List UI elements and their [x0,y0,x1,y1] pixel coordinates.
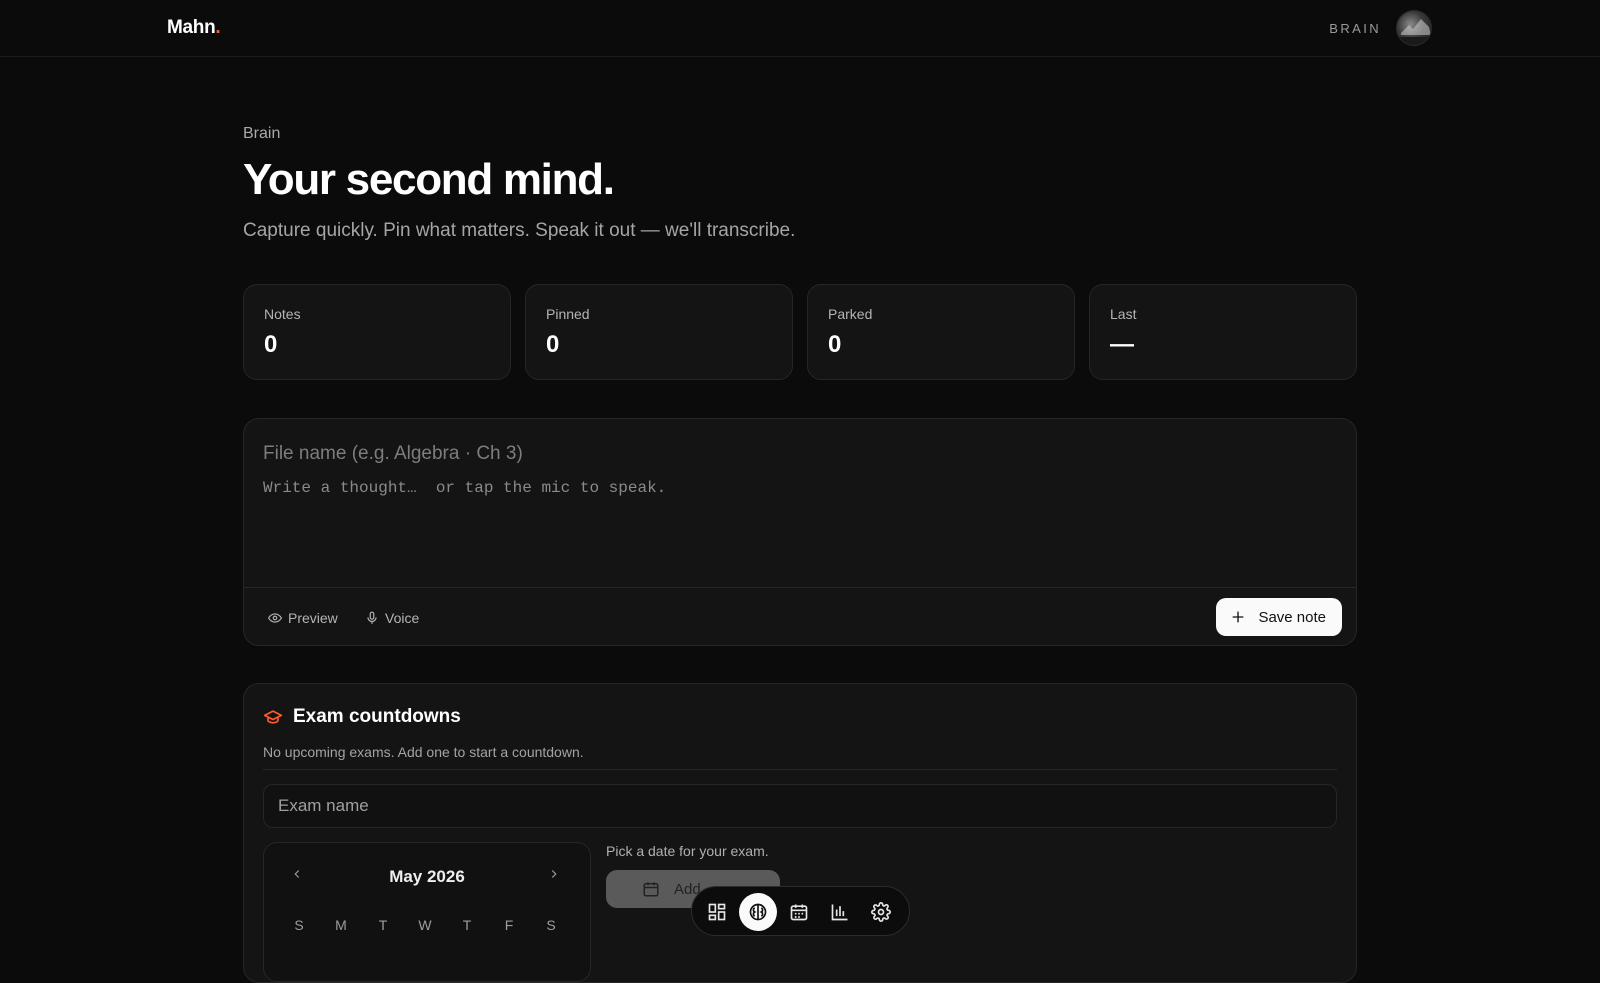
divider [263,769,1337,770]
weekday-label: S [546,917,556,933]
stat-label: Parked [828,306,873,322]
file-name-input[interactable] [263,441,1163,467]
weekday-label: S [294,917,304,933]
eye-icon [268,613,282,623]
exam-empty-state: No upcoming exams. Add one to start a co… [263,744,584,760]
weekday-label: F [504,917,514,933]
stat-card-parked: Parked 0 [807,284,1075,380]
avatar[interactable] [1396,10,1432,46]
dock-item-calendar[interactable] [780,893,818,931]
note-body-input[interactable] [263,479,1333,579]
dock-item-settings[interactable] [862,893,900,931]
exam-countdowns-card: Exam countdowns No upcoming exams. Add o… [243,683,1357,983]
mic-icon [367,611,377,624]
calendar-icon [643,882,659,897]
pick-date-hint: Pick a date for your exam. [606,843,769,859]
app-logo[interactable]: Mahn. [167,17,221,39]
dock-item-stats[interactable] [821,893,859,931]
plus-icon [1233,611,1244,623]
page-title: Your second mind. [243,155,615,204]
calendar-icon [790,904,808,921]
save-note-button[interactable]: Save note [1216,598,1342,636]
stat-value: 0 [546,331,560,358]
stat-label: Notes [264,306,301,322]
stat-card-pinned: Pinned 0 [525,284,793,380]
chevron-right-icon [551,870,557,878]
bottom-dock [691,886,910,936]
exam-name-input[interactable] [263,784,1337,828]
exam-card-title: Exam countdowns [293,706,461,727]
page-eyebrow: Brain [243,125,281,142]
composer-footer: Preview Voice Save note [244,587,1356,645]
weekday-label: T [462,917,472,933]
brain-icon [749,903,767,921]
stat-value: — [1110,331,1134,358]
gear-icon [871,902,891,922]
avatar-image [1399,19,1431,45]
stat-card-notes: Notes 0 [243,284,511,380]
dock-item-dashboard[interactable] [698,893,736,931]
weekday-label: M [335,917,347,933]
preview-button[interactable]: Preview [268,608,338,628]
section-label: BRAIN [1329,21,1381,36]
stat-value: 0 [264,331,278,358]
weekday-label: T [378,917,388,933]
voice-label: Voice [385,610,420,626]
next-month-button[interactable] [547,867,567,887]
stat-card-last: Last — [1089,284,1357,380]
save-note-label: Save note [1258,608,1326,626]
date-picker-calendar: May 2026 S M T W T F S [263,842,591,982]
stat-label: Last [1110,306,1137,322]
note-composer: Preview Voice Save note [243,418,1357,646]
calendar-month: May 2026 [389,867,465,886]
grid-icon [708,903,726,921]
page-subtitle: Capture quickly. Pin what matters. Speak… [243,220,796,241]
dock-item-brain[interactable] [739,893,777,931]
graduation-cap-icon [263,710,283,724]
bar-chart-icon [831,904,848,921]
preview-label: Preview [288,610,338,626]
exam-card-header: Exam countdowns [263,706,461,728]
stat-value: 0 [828,331,842,358]
stat-label: Pinned [546,306,590,322]
weekday-label: W [418,917,432,933]
voice-button[interactable]: Voice [365,608,419,628]
top-bar: Mahn. BRAIN [0,0,1600,57]
